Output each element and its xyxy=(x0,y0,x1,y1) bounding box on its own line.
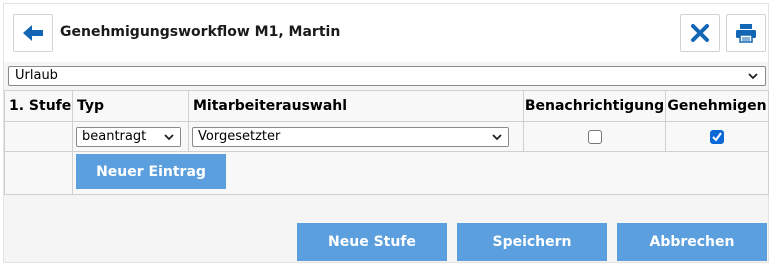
employee-cell: Vorgesetzter xyxy=(188,121,524,152)
printer-icon xyxy=(736,24,756,43)
table-header-row: 1. Stufe Typ Mitarbeiterauswahl Benachri… xyxy=(4,90,769,122)
chevron-down-icon xyxy=(492,133,502,140)
approve-cell xyxy=(665,121,769,152)
new-entry-button[interactable]: Neuer Eintrag xyxy=(76,154,226,189)
chevron-down-icon xyxy=(748,73,758,80)
dialog-header: Genehmigungsworkflow M1, Martin xyxy=(4,4,768,62)
cancel-button[interactable]: Abbrechen xyxy=(617,223,767,261)
back-button[interactable] xyxy=(13,14,53,52)
type-select-value: beantragt xyxy=(82,128,147,144)
type-cell: beantragt xyxy=(72,121,189,152)
arrow-left-icon xyxy=(23,25,43,41)
close-x-icon xyxy=(691,24,709,42)
new-stage-button[interactable]: Neue Stufe xyxy=(297,223,447,261)
close-button[interactable] xyxy=(680,14,720,52)
stage-cell xyxy=(4,121,73,152)
workflow-dialog: Genehmigungsworkflow M1, Martin Urlaub 1… xyxy=(3,3,769,263)
type-select[interactable]: beantragt xyxy=(76,126,181,147)
col-header-stage: 1. Stufe xyxy=(4,90,73,122)
save-button[interactable]: Speichern xyxy=(457,223,607,261)
notification-cell xyxy=(523,121,666,152)
employee-select[interactable]: Vorgesetzter xyxy=(192,126,509,147)
col-header-approve: Genehmigen xyxy=(665,90,769,122)
chevron-down-icon xyxy=(164,133,174,140)
print-button[interactable] xyxy=(726,14,766,52)
table-row: beantragt Vorgesetzter xyxy=(4,121,769,152)
notification-checkbox[interactable] xyxy=(587,129,602,144)
checkmark-icon xyxy=(712,131,722,142)
employee-select-value: Vorgesetzter xyxy=(198,128,281,144)
approve-checkbox[interactable] xyxy=(710,129,724,144)
category-select[interactable]: Urlaub xyxy=(8,66,766,86)
page-title: Genehmigungsworkflow M1, Martin xyxy=(60,24,341,40)
col-header-notification: Benachrichtigung xyxy=(523,90,666,122)
col-header-type: Typ xyxy=(72,90,189,122)
category-select-value: Urlaub xyxy=(15,68,58,83)
col-header-employee-selection: Mitarbeiterauswahl xyxy=(188,90,524,122)
empty-cell xyxy=(4,151,73,195)
